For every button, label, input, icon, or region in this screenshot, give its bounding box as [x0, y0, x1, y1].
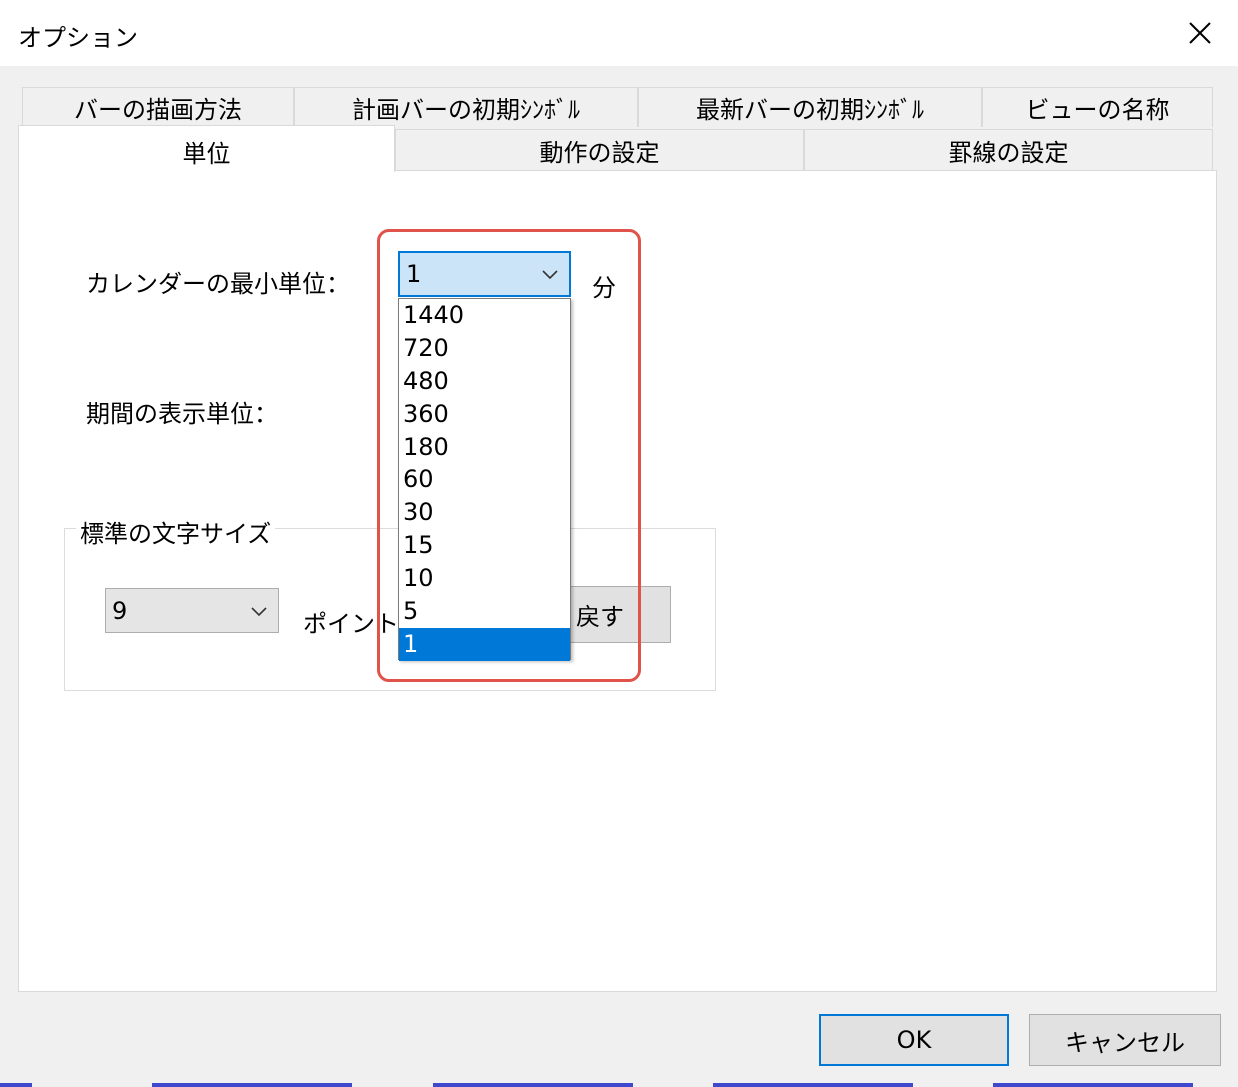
calendar-min-unit-label: カレンダーの最小単位： — [86, 270, 350, 298]
tab-units[interactable]: 単位 — [18, 125, 395, 172]
taskbar-strip — [993, 1083, 1193, 1087]
tab-label: 最新バーの初期ｼﾝﾎﾞﾙ — [696, 96, 924, 124]
chevron-down-icon — [251, 606, 267, 616]
ok-button[interactable]: OK — [819, 1014, 1009, 1066]
dropdown-option[interactable]: 10 — [399, 562, 570, 595]
dropdown-option[interactable]: 30 — [399, 496, 570, 529]
ok-button-label: OK — [896, 1026, 932, 1054]
dropdown-option[interactable]: 15 — [399, 529, 570, 562]
reset-button-label: 戻す — [576, 603, 624, 631]
tab-label: ビューの名称 — [1025, 96, 1170, 124]
tab-plan-bar-symbol[interactable]: 計画バーの初期ｼﾝﾎﾞﾙ — [294, 87, 638, 127]
title-bar: オプション — [0, 0, 1238, 66]
font-size-value: 9 — [112, 596, 128, 625]
calendar-unit-suffix: 分 — [592, 274, 616, 302]
taskbar-strip — [433, 1083, 633, 1087]
calendar-min-unit-value: 1 — [406, 260, 422, 288]
tab-latest-bar-symbol[interactable]: 最新バーの初期ｼﾝﾎﾞﾙ — [638, 87, 982, 127]
tab-label: 動作の設定 — [539, 139, 660, 167]
tab-label: バーの描画方法 — [74, 96, 242, 124]
font-size-unit-label: ポイント — [303, 610, 399, 638]
taskbar-strip — [713, 1083, 913, 1087]
tab-label: 計画バーの初期ｼﾝﾎﾞﾙ — [352, 96, 580, 124]
cancel-button-label: キャンセル — [1065, 1028, 1185, 1057]
tab-bar-drawing[interactable]: バーの描画方法 — [22, 87, 294, 127]
font-size-select[interactable]: 9 — [105, 588, 279, 633]
font-size-group-legend: 標準の文字サイズ — [76, 514, 276, 549]
cancel-button[interactable]: キャンセル — [1029, 1014, 1221, 1066]
dropdown-option-selected[interactable]: 1 — [399, 627, 570, 661]
tab-label: 罫線の設定 — [948, 139, 1069, 167]
taskbar-strip — [0, 1083, 32, 1087]
dropdown-option[interactable]: 180 — [399, 431, 570, 464]
dropdown-option[interactable]: 480 — [399, 365, 570, 398]
tab-view-name[interactable]: ビューの名称 — [982, 87, 1213, 127]
close-icon — [1189, 22, 1211, 44]
dropdown-option[interactable]: 360 — [399, 398, 570, 431]
tab-label: 単位 — [182, 140, 231, 168]
dropdown-option[interactable]: 1440 — [399, 299, 570, 332]
close-button[interactable] — [1162, 0, 1238, 66]
window-title: オプション — [18, 24, 138, 52]
dropdown-option[interactable]: 60 — [399, 463, 570, 496]
options-dialog: オプション バーの描画方法 計画バーの初期ｼﾝﾎﾞﾙ 最新バーの初期ｼﾝﾎﾞﾙ … — [0, 0, 1238, 1087]
tab-ruled-line-settings[interactable]: 罫線の設定 — [804, 129, 1213, 171]
period-display-unit-label: 期間の表示単位： — [86, 400, 278, 428]
chevron-down-icon — [542, 270, 558, 280]
calendar-min-unit-select[interactable]: 1 — [398, 251, 571, 297]
calendar-min-unit-dropdown-list: 1440 720 480 360 180 60 30 15 10 5 1 — [398, 298, 571, 661]
taskbar-strip — [152, 1083, 352, 1087]
dropdown-option[interactable]: 5 — [399, 595, 570, 628]
tab-behavior-settings[interactable]: 動作の設定 — [395, 129, 804, 171]
dropdown-option[interactable]: 720 — [399, 332, 570, 365]
